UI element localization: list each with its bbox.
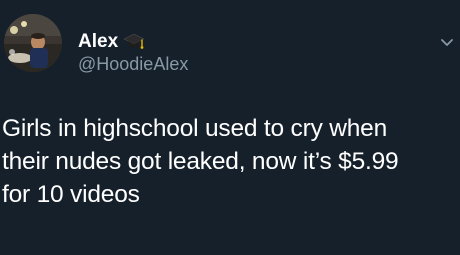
tweet-text-line: their nudes got leaked, now it’s $5.99	[2, 148, 399, 175]
tweet-text-line: Girls in highschool used to cry when	[2, 115, 387, 142]
tweet-card: Alex @HoodieAlex Girls in highschool use…	[0, 0, 460, 255]
avatar-photo	[4, 14, 62, 72]
author-handle[interactable]: @HoodieAlex	[78, 53, 188, 75]
graduation-cap-icon	[122, 31, 146, 53]
tweet-text: Girls in highschool used to cry when the…	[2, 112, 454, 211]
tweet-text-line: for 10 videos	[2, 181, 140, 208]
chevron-down-icon[interactable]	[440, 38, 454, 48]
author-name-row[interactable]: Alex	[78, 31, 146, 53]
avatar[interactable]	[4, 14, 62, 72]
author-display-name[interactable]: Alex	[78, 31, 118, 53]
